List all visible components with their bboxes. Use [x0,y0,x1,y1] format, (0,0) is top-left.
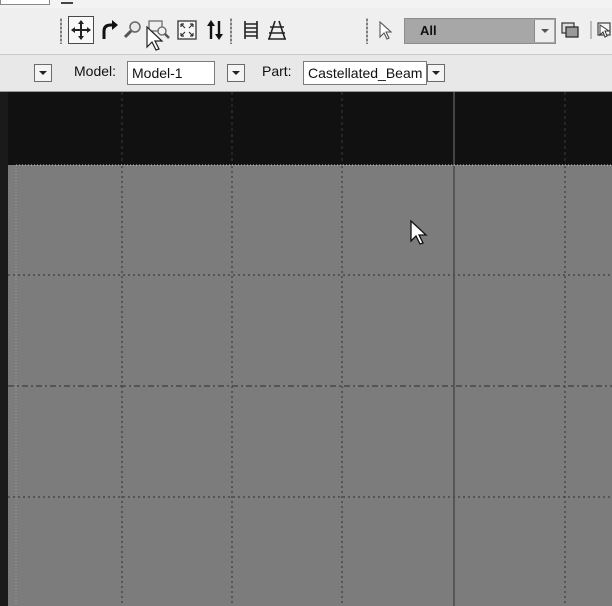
query-button[interactable] [238,16,264,44]
part-label: Part: [262,63,292,79]
selection-filter-select[interactable]: All [404,18,556,44]
toolbar-grip[interactable] [60,18,62,44]
part-field[interactable]: Castellated_Beam [303,61,427,85]
auto-fit-button[interactable] [174,16,200,44]
model-label: Model: [74,63,117,79]
toolbar-grip[interactable] [230,18,232,44]
magnify-icon [123,21,141,39]
select-arrow-button[interactable] [372,16,398,44]
magnify-button[interactable] [120,16,146,44]
model-dropdown-button[interactable] [227,64,245,82]
rotate-view-icon [102,20,118,39]
selection-options-icon [561,22,579,38]
toolbar-grip[interactable] [366,18,368,44]
query-icon [244,21,258,39]
model-field[interactable]: Model-1 [127,61,215,85]
chevron-down-icon [540,29,549,33]
chevron-down-icon [232,71,240,75]
auto-fit-icon [177,20,197,40]
top-strip-mark [61,2,73,4]
chevron-down-icon [432,71,440,75]
pan-view-button[interactable] [68,16,94,44]
part-dropdown-button[interactable] [427,64,445,82]
selection-filter-dropdown-arrow[interactable] [534,20,554,42]
view-manipulation-toolbar: All [0,8,612,55]
selection-filter-value: All [420,23,437,38]
sketch-grid [8,92,612,606]
context-bar: Model: Model-1 Part: Castellated_Beam [0,55,612,92]
pan-view-icon [71,20,91,40]
select-arrow-icon [379,20,393,40]
cycle-views-button[interactable] [202,16,228,44]
mouse-pointer-icon [146,25,164,51]
select-from-viewport-icon [590,21,611,39]
selection-options-button[interactable] [559,16,581,44]
top-strip [0,0,612,8]
select-from-viewport-button[interactable] [588,16,612,44]
align-icon [268,20,286,40]
align-button[interactable] [264,16,290,44]
mouse-pointer-icon [410,219,428,245]
module-dropdown-button[interactable] [34,64,52,82]
rotate-view-button[interactable] [96,16,122,44]
cycle-views-icon [207,20,223,40]
chevron-down-icon [39,71,47,75]
graphics-viewport[interactable] [0,92,612,606]
top-strip-box [0,0,50,5]
grid-lines-dark-band [121,92,566,165]
